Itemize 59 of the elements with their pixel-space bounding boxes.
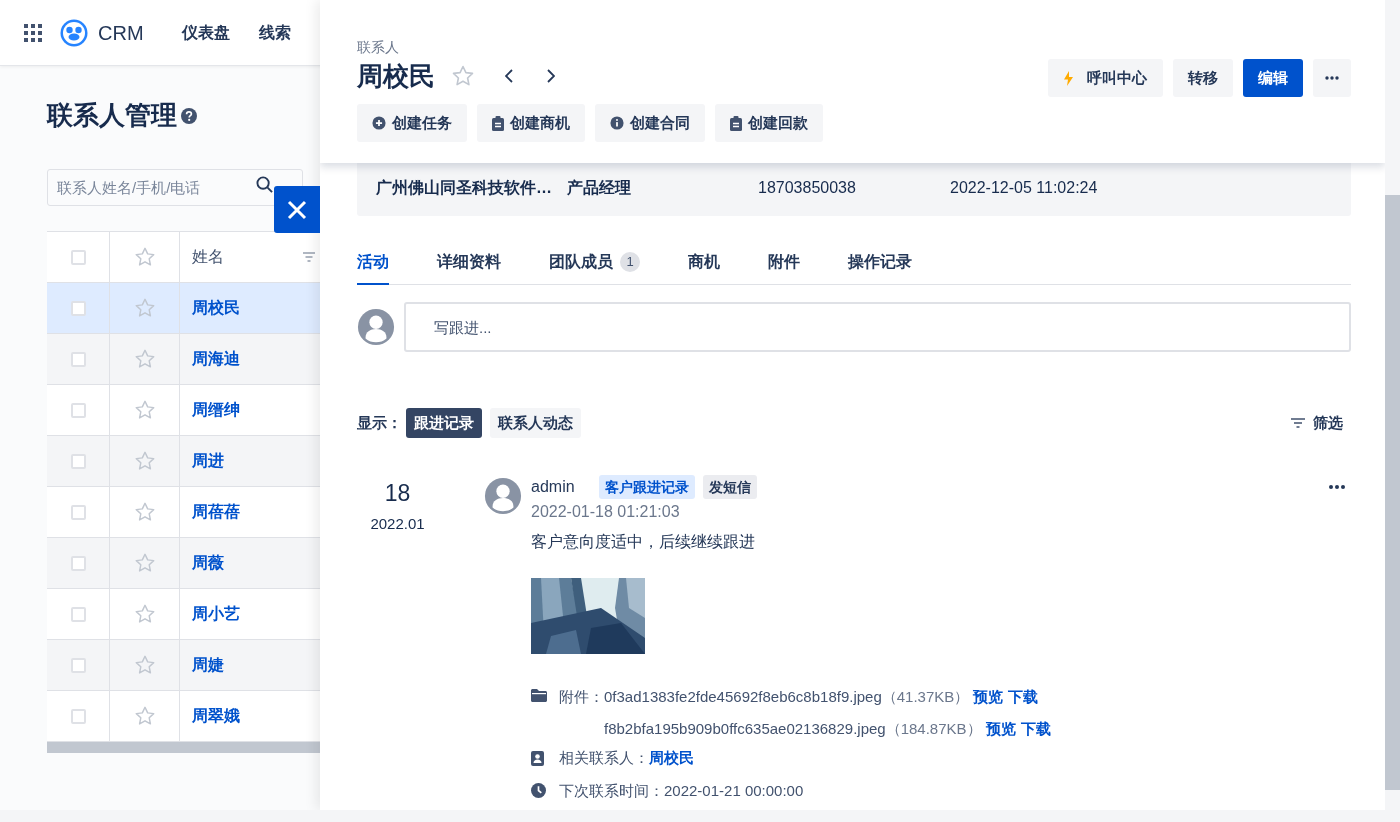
contact-name-link[interactable]: 周婕 bbox=[192, 653, 224, 677]
count-badge: 1 bbox=[620, 252, 640, 272]
search-field[interactable]: 联系人姓名/手机/电话 bbox=[47, 169, 303, 206]
column-header: 姓名 bbox=[192, 247, 224, 267]
author-name: admin bbox=[531, 477, 575, 497]
date-day: 18 bbox=[384, 479, 411, 507]
file-link[interactable]: 下载 bbox=[1008, 686, 1039, 709]
follow-up-field[interactable]: 写跟进... bbox=[404, 302, 1351, 352]
filter-chip[interactable]: 跟进记录 bbox=[406, 408, 482, 438]
tab[interactable]: 团队成员 bbox=[549, 250, 613, 274]
entry-content: 客户意向度适中，后续继续跟进 bbox=[531, 532, 756, 552]
tab[interactable]: 活动 bbox=[357, 250, 389, 274]
contact-name-link[interactable]: 周小艺 bbox=[192, 602, 240, 626]
tab[interactable]: 详细资料 bbox=[437, 250, 501, 274]
contact-name-link[interactable]: 周翠娥 bbox=[192, 704, 240, 728]
create-button[interactable]: 创建合同 bbox=[595, 104, 705, 142]
filter-label: 显示： bbox=[357, 412, 402, 433]
file-link[interactable]: 预览 bbox=[985, 717, 1016, 740]
file-link[interactable]: 预览 bbox=[973, 686, 1004, 709]
field-value: 18703850038 bbox=[758, 178, 857, 198]
tab[interactable]: 附件 bbox=[768, 250, 800, 274]
contact-name-link[interactable]: 周校民 bbox=[192, 296, 240, 320]
filter-chip[interactable]: 联系人动态 bbox=[490, 408, 581, 438]
field-value: 2022-12-05 11:02:24 bbox=[950, 178, 1099, 198]
tag: 发短信 bbox=[702, 475, 757, 499]
file-link[interactable]: 下载 bbox=[1020, 717, 1051, 740]
next-contact-time: 下次联系时间：2022-01-21 00:00:00 bbox=[559, 780, 804, 801]
brand-name: CRM bbox=[98, 20, 144, 46]
call-center-button[interactable]: 呼叫中心 bbox=[1048, 59, 1163, 97]
tag: 客户跟进记录 bbox=[598, 475, 695, 499]
page-title: 联系人管理 bbox=[47, 99, 177, 132]
contact-title: 周校民 bbox=[357, 60, 435, 92]
contact-link[interactable]: 周校民 bbox=[649, 747, 694, 770]
contact-name-link[interactable]: 周海迪 bbox=[192, 347, 240, 371]
contact-name-link[interactable]: 周蓓蓓 bbox=[192, 500, 240, 524]
contact-name-link[interactable]: 周缙绅 bbox=[192, 398, 240, 422]
breadcrumb-label: 联系人 bbox=[357, 38, 400, 57]
filter-button[interactable]: 筛选 bbox=[1291, 411, 1351, 435]
nav-link[interactable]: 线索 bbox=[258, 20, 291, 45]
create-button[interactable]: 创建回款 bbox=[715, 104, 823, 142]
contact-name-link[interactable]: 周薇 bbox=[192, 551, 224, 575]
edit-button[interactable]: 编辑 bbox=[1243, 59, 1303, 97]
contact-name-link[interactable]: 周进 bbox=[192, 449, 224, 473]
date-month: 2022.01 bbox=[370, 514, 425, 534]
create-button[interactable]: 创建商机 bbox=[477, 104, 585, 142]
transfer-button[interactable]: 转移 bbox=[1173, 59, 1233, 97]
entry-time: 2022-01-18 01:21:03 bbox=[531, 502, 681, 522]
attachments-label: 附件： bbox=[559, 687, 604, 707]
nav-link[interactable]: 仪表盘 bbox=[181, 20, 230, 45]
tab[interactable]: 商机 bbox=[688, 250, 720, 274]
field-value: 产品经理 bbox=[567, 178, 632, 198]
related-contact-label: 相关联系人： bbox=[559, 748, 649, 768]
file-name: 0f3ad1383fe2fde45692f8eb6c8b18f9.jpeg bbox=[604, 687, 882, 707]
file-size: （184.87KB） bbox=[885, 718, 982, 739]
create-button[interactable]: 创建任务 bbox=[357, 104, 467, 142]
file-size: （41.37KB） bbox=[881, 687, 970, 707]
tab[interactable]: 操作记录 bbox=[848, 250, 912, 274]
field-value: 广州佛山同圣科技软件… bbox=[376, 178, 553, 198]
file-name: f8b2bfa195b909b0ffc635ae02136829.jpeg bbox=[604, 718, 886, 739]
